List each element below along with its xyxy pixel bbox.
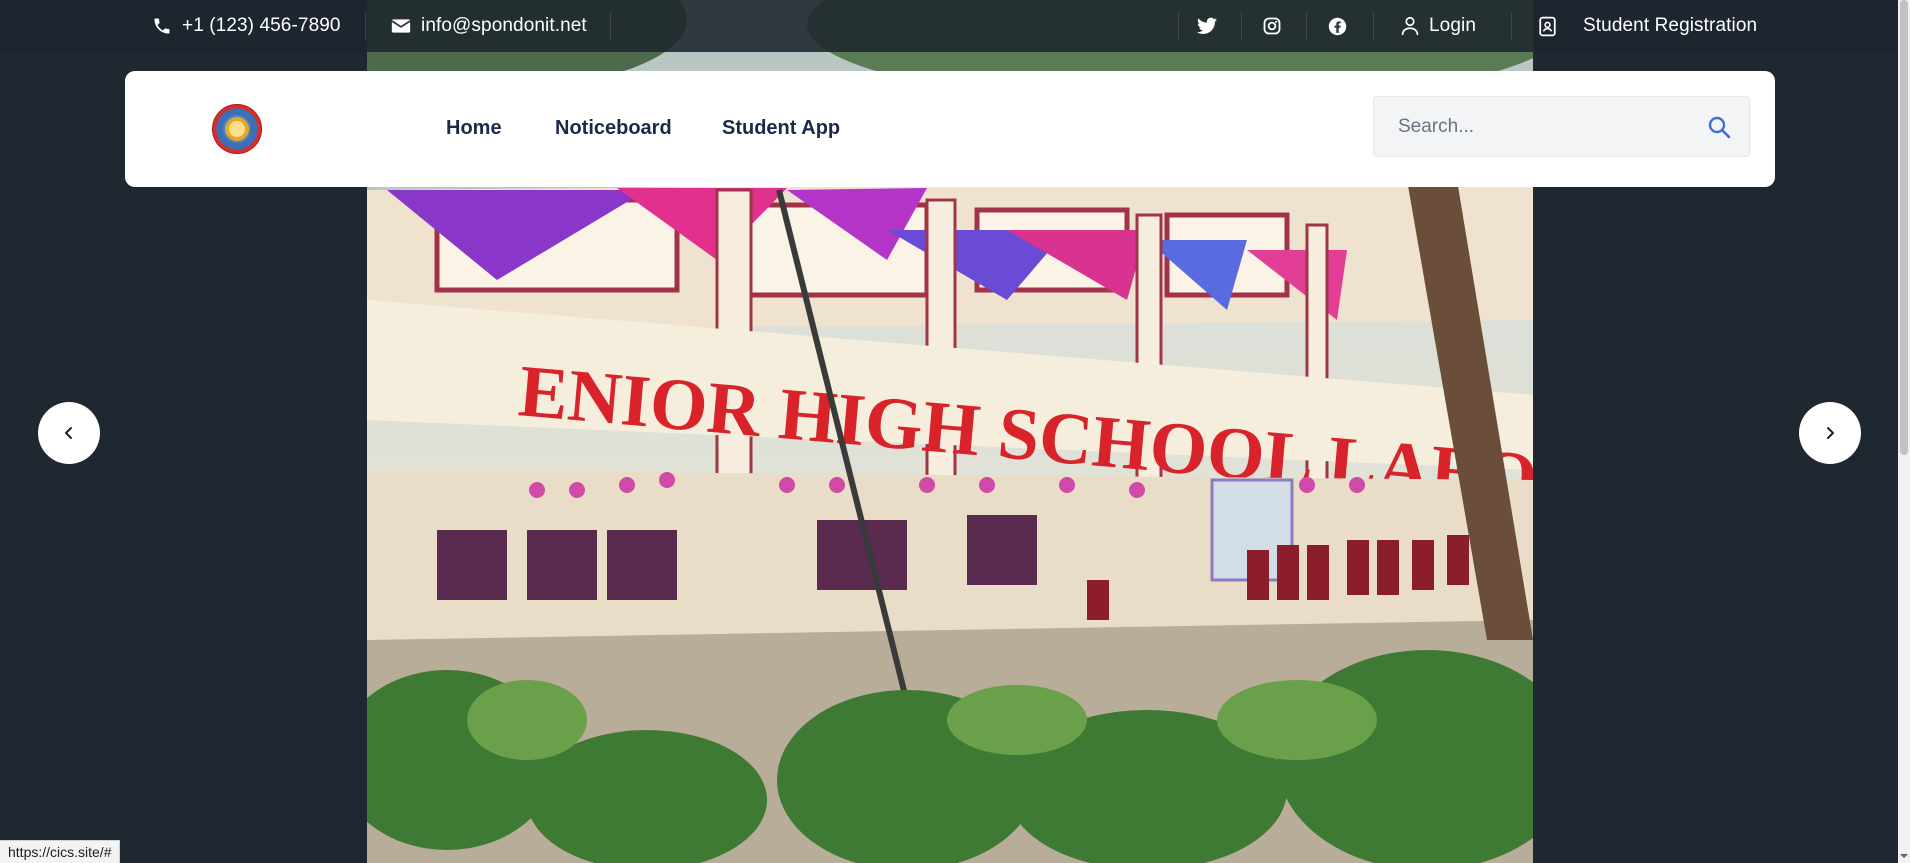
twitter-icon bbox=[1197, 17, 1217, 34]
nav-item-noticeboard[interactable]: Noticeboard bbox=[555, 117, 672, 140]
divider bbox=[1511, 12, 1512, 40]
phone-number: +1 (123) 456-7890 bbox=[182, 15, 341, 36]
divider bbox=[1373, 12, 1374, 40]
search-icon[interactable] bbox=[1707, 115, 1731, 139]
scroll-down-arrow-icon[interactable] bbox=[1899, 851, 1909, 861]
registration-form-icon bbox=[1539, 16, 1556, 36]
scrollbar-thumb[interactable] bbox=[1900, 0, 1908, 455]
divider bbox=[1178, 12, 1179, 40]
nav-item-home[interactable]: Home bbox=[446, 117, 502, 140]
envelope-icon bbox=[391, 19, 411, 33]
facebook-link[interactable] bbox=[1328, 0, 1347, 52]
login-label: Login bbox=[1429, 15, 1476, 36]
main-navbar: Home Noticeboard Student App bbox=[125, 71, 1775, 187]
carousel-next-button[interactable] bbox=[1799, 402, 1861, 464]
twitter-link[interactable] bbox=[1197, 0, 1217, 52]
search-box bbox=[1373, 96, 1750, 157]
facebook-icon bbox=[1328, 17, 1347, 35]
registration-label: Student Registration bbox=[1583, 15, 1758, 36]
link-status-bar: https://cics.site/# bbox=[0, 840, 121, 863]
logo-emblem bbox=[223, 115, 251, 143]
divider bbox=[1306, 12, 1307, 40]
carousel-prev-button[interactable] bbox=[38, 402, 100, 464]
chevron-left-icon bbox=[65, 427, 72, 439]
student-registration-link[interactable]: Student Registration bbox=[1538, 0, 1757, 52]
login-link[interactable]: Login bbox=[1401, 0, 1476, 52]
page-scrollbar[interactable] bbox=[1898, 0, 1910, 863]
nav-item-student-app[interactable]: Student App bbox=[722, 117, 840, 140]
phone-contact[interactable]: +1 (123) 456-7890 bbox=[152, 0, 341, 52]
search-input[interactable] bbox=[1374, 97, 1694, 156]
divider bbox=[610, 12, 611, 40]
school-logo[interactable] bbox=[212, 104, 262, 154]
chevron-right-icon bbox=[1827, 427, 1834, 439]
divider bbox=[365, 12, 366, 40]
user-icon bbox=[1401, 16, 1419, 36]
phone-icon bbox=[154, 18, 170, 34]
divider bbox=[1241, 12, 1242, 40]
email-contact[interactable]: info@spondonit.net bbox=[391, 0, 587, 52]
instagram-icon bbox=[1263, 17, 1281, 35]
instagram-link[interactable] bbox=[1263, 0, 1281, 52]
email-address: info@spondonit.net bbox=[421, 15, 587, 36]
top-info-bar: +1 (123) 456-7890 info@spondonit.net Log… bbox=[0, 0, 1910, 52]
